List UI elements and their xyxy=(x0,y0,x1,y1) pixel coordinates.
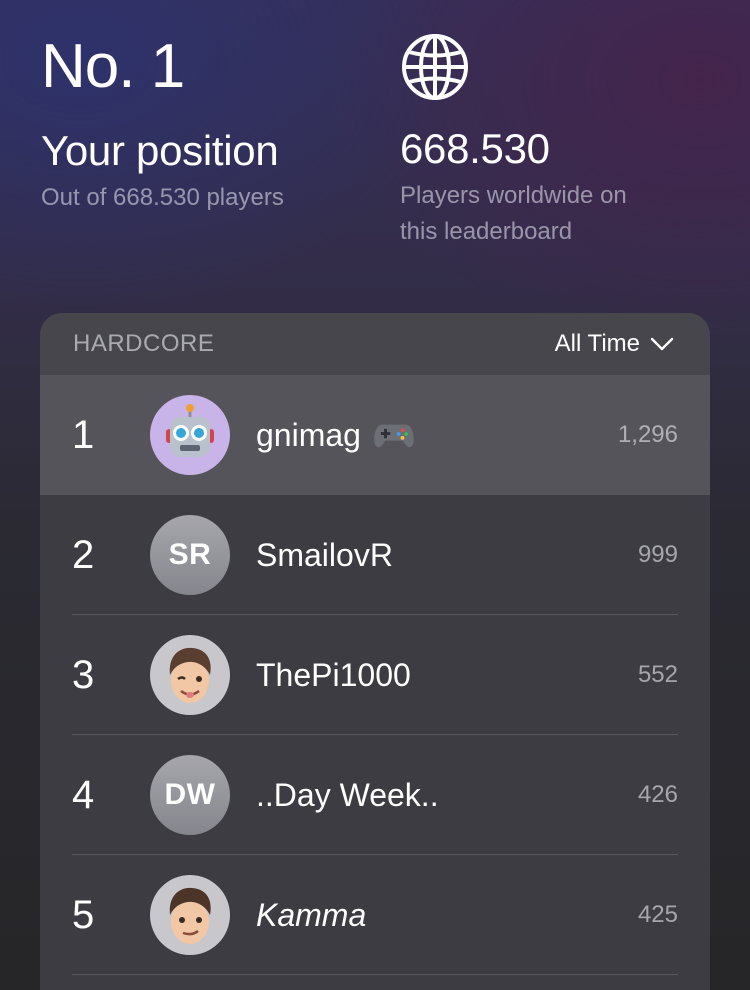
time-filter-dropdown[interactable]: All Time xyxy=(555,330,674,358)
leaderboard-row[interactable]: 4 DW ..Day Week.. 426 xyxy=(40,735,710,855)
row-rank: 3 xyxy=(72,652,95,697)
row-player-name: gnimag xyxy=(256,417,618,454)
row-player-name: SmailovR xyxy=(256,537,638,574)
row-rank: 2 xyxy=(72,532,95,577)
leaderboard-mode: HARDCORE xyxy=(73,330,215,357)
avatar xyxy=(150,635,230,715)
worldwide-count: 668.530 xyxy=(400,125,550,172)
row-score: 425 xyxy=(637,901,678,928)
worldwide-subtitle-line1: Players worldwide on xyxy=(400,182,627,209)
row-rank: 1 xyxy=(72,412,95,457)
row-rank: 5 xyxy=(72,892,95,937)
winking-memoji-icon xyxy=(169,647,211,703)
worldwide-subtitle: Players worldwide on this leaderboard xyxy=(400,178,720,250)
row-name: gnimag xyxy=(256,416,361,453)
worldwide-stat: 668.530 Players worldwide on this leader… xyxy=(400,30,720,250)
row-name: SmailovR xyxy=(256,536,393,573)
row-divider xyxy=(72,974,678,975)
row-score: 552 xyxy=(637,661,678,688)
position-title: Your position xyxy=(41,127,279,174)
row-name: ThePi1000 xyxy=(256,656,411,693)
position-subtitle: Out of 668.530 players xyxy=(41,184,284,211)
position-stat: No. 1 Your position Out of 668.530 playe… xyxy=(41,30,371,216)
avatar: DW xyxy=(150,755,230,835)
row-score: 999 xyxy=(637,541,678,568)
row-score: 1,296 xyxy=(617,421,678,448)
row-player-name: ..Day Week.. xyxy=(256,777,638,814)
avatar xyxy=(150,395,230,475)
chevron-down-icon xyxy=(650,337,674,351)
row-name: ..Day Week.. xyxy=(256,776,439,813)
leaderboard-card: HARDCORE All Time 1 gnimag 1,296 2 SR Sm… xyxy=(40,313,710,990)
time-filter-label: All Time xyxy=(554,330,640,357)
row-rank: 4 xyxy=(72,772,95,817)
leaderboard-row[interactable]: 2 SR SmailovR 999 xyxy=(40,495,710,615)
globe-icon xyxy=(400,32,470,102)
leaderboard-row[interactable]: 3 ThePi1000 552 xyxy=(40,615,710,735)
avatar xyxy=(150,875,230,955)
robot-memoji-icon xyxy=(166,404,214,457)
row-player-name: Kamma xyxy=(256,897,638,934)
game-controller-icon xyxy=(374,424,414,448)
row-player-name: ThePi1000 xyxy=(256,657,638,694)
avatar: SR xyxy=(150,515,230,595)
worldwide-subtitle-line2: this leaderboard xyxy=(400,218,573,245)
leaderboard-row[interactable]: 5 Kamma 425 xyxy=(40,855,710,975)
row-name: Kamma xyxy=(256,896,367,933)
rank-label: No. 1 xyxy=(41,32,185,101)
memoji-icon xyxy=(169,887,211,944)
leaderboard-row[interactable]: 1 gnimag 1,296 xyxy=(40,375,710,495)
row-score: 426 xyxy=(637,781,678,808)
leaderboard-header: HARDCORE All Time xyxy=(40,313,710,375)
